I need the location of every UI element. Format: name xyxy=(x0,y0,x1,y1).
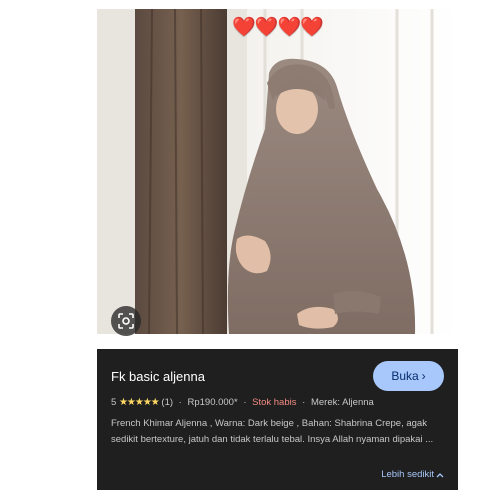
lens-search-button[interactable] xyxy=(111,306,141,336)
price: Rp190.000* xyxy=(187,397,238,408)
show-less-label: Lebih sedikit xyxy=(381,469,434,480)
open-button[interactable]: Buka › xyxy=(373,361,444,391)
brand: Merek: Aljenna xyxy=(310,397,374,408)
hearts-overlay: ❤️❤️❤️❤️ xyxy=(232,17,324,38)
product-image[interactable]: ❤️❤️❤️❤️ xyxy=(97,9,458,334)
chevron-right-icon: › xyxy=(421,369,426,383)
product-description: French Khimar Aljenna , Warna: Dark beig… xyxy=(111,418,434,445)
product-meta-row: 5 ★★★★★ (1) · Rp190.000* · Stok habis · … xyxy=(111,397,452,408)
lens-search-icon xyxy=(118,313,134,329)
star-rating-icons: ★★★★★ xyxy=(118,397,160,408)
open-button-label: Buka xyxy=(391,369,419,383)
product-title: Fk basic aljenna xyxy=(111,369,205,384)
separator-dot: · xyxy=(243,397,247,408)
review-count[interactable]: (1) xyxy=(161,397,173,408)
stock-status: Stok habis xyxy=(252,397,297,408)
product-info-card: Fk basic aljenna Buka › 5 ★★★★★ (1) · Rp… xyxy=(97,349,458,490)
show-less-link[interactable]: Lebih sedikit xyxy=(381,469,444,480)
rating-value: 5 xyxy=(111,397,117,408)
woman-in-khimar-illustration xyxy=(97,9,458,334)
separator-dot: · xyxy=(302,397,306,408)
separator-dot: · xyxy=(178,397,182,408)
chevron-up-icon xyxy=(436,472,444,477)
